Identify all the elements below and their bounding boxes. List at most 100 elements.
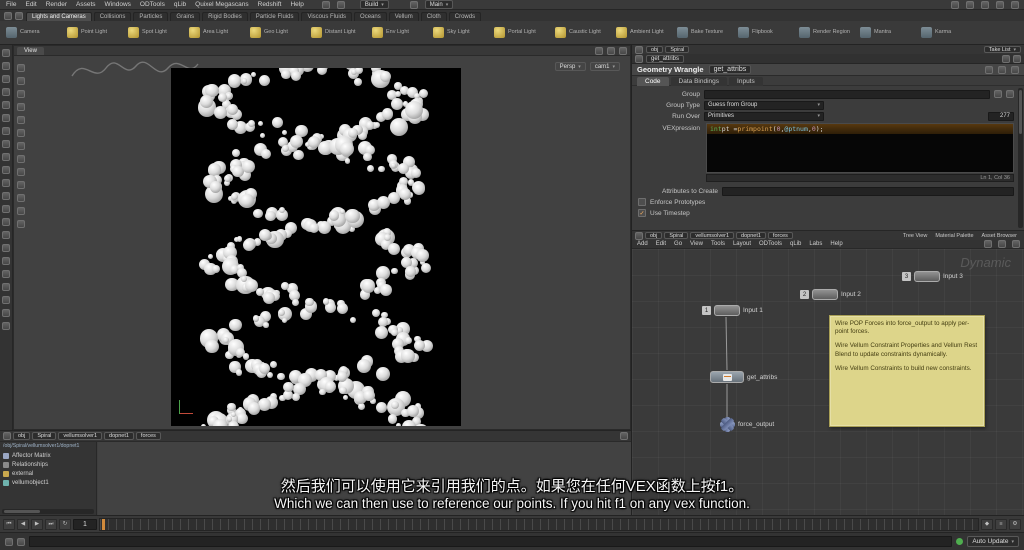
pane-icon[interactable] [635,231,643,240]
network-menu-item[interactable]: Layout [732,241,752,247]
message-log-icon[interactable] [5,537,13,546]
camera-selector[interactable]: cam1 ▾ [589,62,620,71]
network-canvas[interactable]: Dynamic 1 Input 1 2 Input 2 3 Input 3 ge… [632,249,1024,515]
wrangle-tab[interactable]: Code [637,76,669,86]
snap-icon[interactable] [984,240,992,248]
toolbar-icon[interactable] [2,49,10,57]
node-get-attribs[interactable]: get_attribs [710,371,777,383]
toolbar-icon[interactable] [2,153,10,161]
go-to-end-button[interactable]: ⏭ [45,518,57,530]
shelf-tool[interactable]: Geo Light [248,25,309,40]
attribs-to-create-input[interactable] [722,186,1014,196]
shelf-tool[interactable]: Render Region [797,25,858,40]
playhead[interactable] [102,518,105,530]
toolbar-icon[interactable] [2,270,10,278]
toolbar-icon[interactable] [951,0,959,9]
pane-maximize-icon[interactable] [607,46,615,55]
menu-item[interactable]: Windows [104,1,132,8]
dop-tree-item[interactable]: Affector Matrix [0,451,96,460]
toolbar-icon[interactable] [2,166,10,174]
toolbar-icon[interactable] [17,103,25,111]
network-menu-item[interactable]: Labs [808,241,823,247]
timeline-gear-icon[interactable]: ⚙ [1009,518,1021,530]
toolbar-icon[interactable] [2,283,10,291]
shelf-tool[interactable]: Ambient Light [614,25,675,40]
pane-icon[interactable] [635,45,643,54]
shelf-tool[interactable]: Spot Light [126,25,187,40]
bottom-path-pill[interactable]: forces [135,432,161,440]
toolbar-icon[interactable] [2,309,10,317]
step-back-button[interactable]: ◀ [17,518,29,530]
menu-item[interactable]: Quixel Megascans [194,1,249,8]
sliders-icon[interactable] [998,65,1006,74]
network-menu-item[interactable]: ODTools [758,241,783,247]
render-viewport[interactable] [171,68,461,426]
menu-item[interactable]: ODTools [139,1,166,8]
element-count-field[interactable]: 277 [988,111,1014,121]
dop-tree-item[interactable]: external [0,469,96,478]
shelf-tool[interactable]: Portal Light [492,25,553,40]
wrangle-tab[interactable]: Data Bindings [670,76,728,86]
toolbar-icon[interactable] [17,77,25,85]
group-input[interactable] [704,89,990,99]
network-path-pill[interactable]: dopnet1 [736,232,766,239]
toolbar-icon[interactable] [2,114,10,122]
toolbar-icon[interactable] [336,0,345,9]
toolbar-icon[interactable] [17,220,25,228]
toolbar-icon[interactable] [2,205,10,213]
toolbar-icon[interactable] [17,129,25,137]
network-path-pill[interactable]: obj [645,232,663,239]
network-menu-item[interactable]: Edit [655,241,667,247]
shelf-tool[interactable]: Distant Light [309,25,370,40]
play-button[interactable]: ▶ [31,518,43,530]
toolbar-icon[interactable] [321,0,330,9]
toolbar-icon[interactable] [17,168,25,176]
viewport-tab[interactable]: View [17,46,44,55]
toolbar-icon[interactable] [2,140,10,148]
shelf-tab[interactable]: Crowds [448,11,482,21]
menu-item[interactable]: Render [45,1,68,8]
shelf-tab[interactable]: Cloth [420,11,447,21]
path-tab[interactable]: Spiral [665,46,690,53]
shelf-tab[interactable]: Particles [133,11,169,21]
shelf-tool[interactable]: Env Light [370,25,431,40]
toolbar-icon[interactable] [2,231,10,239]
shelf-tool[interactable]: Area Light [187,25,248,40]
shelf-tool[interactable]: Point Light [65,25,126,40]
persp-selector[interactable]: Persp ▾ [554,62,586,71]
grid-icon[interactable] [998,240,1006,248]
build-desktop-selector[interactable]: Build ▾ [359,0,389,9]
use-timestep-checkbox[interactable]: ✓ [638,209,646,217]
timeline-options-icon[interactable]: ≡ [995,518,1007,530]
shelf-menu-icon[interactable] [4,12,12,20]
toolbar-icon[interactable] [2,179,10,187]
shelf-tab[interactable]: Oceans [354,11,387,21]
node-force-output[interactable]: force_output [720,417,774,432]
pane-tab[interactable]: Material Palette [931,233,977,239]
toolbar-icon[interactable] [17,181,25,189]
shelf-tab[interactable]: Collisions [93,11,132,21]
shelf-tool[interactable]: Bake Texture [675,25,736,40]
menu-item[interactable]: Edit [24,1,37,8]
toolbar-icon[interactable] [996,0,1004,9]
shelf-tab[interactable]: Viscous Fluids [301,11,353,21]
help-icon[interactable] [985,65,993,74]
network-menu-item[interactable]: qLib [789,241,802,247]
shelf-tool[interactable]: Camera [4,25,65,40]
toolbar-icon[interactable] [2,218,10,226]
menu-item[interactable]: Assets [75,1,97,8]
toolbar-icon[interactable] [17,142,25,150]
loop-button[interactable]: ↻ [59,518,71,530]
toolbar-icon[interactable] [17,116,25,124]
pane-tab[interactable]: Asset Browser [978,233,1021,239]
network-menu-item[interactable]: Help [829,241,843,247]
toolbar-icon[interactable] [1011,0,1019,9]
current-frame-field[interactable]: 1 [73,518,97,530]
shelf-tab[interactable]: Lights and Cameras [26,11,92,21]
toolbar-icon[interactable] [2,101,10,109]
node-path-pill[interactable]: get_attribs [646,54,685,63]
node-input1[interactable]: 1 Input 1 [702,305,763,316]
shelf-tool[interactable]: Mantra [858,25,919,40]
go-to-start-button[interactable]: ⏮ [3,518,15,530]
toolbar-icon[interactable] [2,127,10,135]
